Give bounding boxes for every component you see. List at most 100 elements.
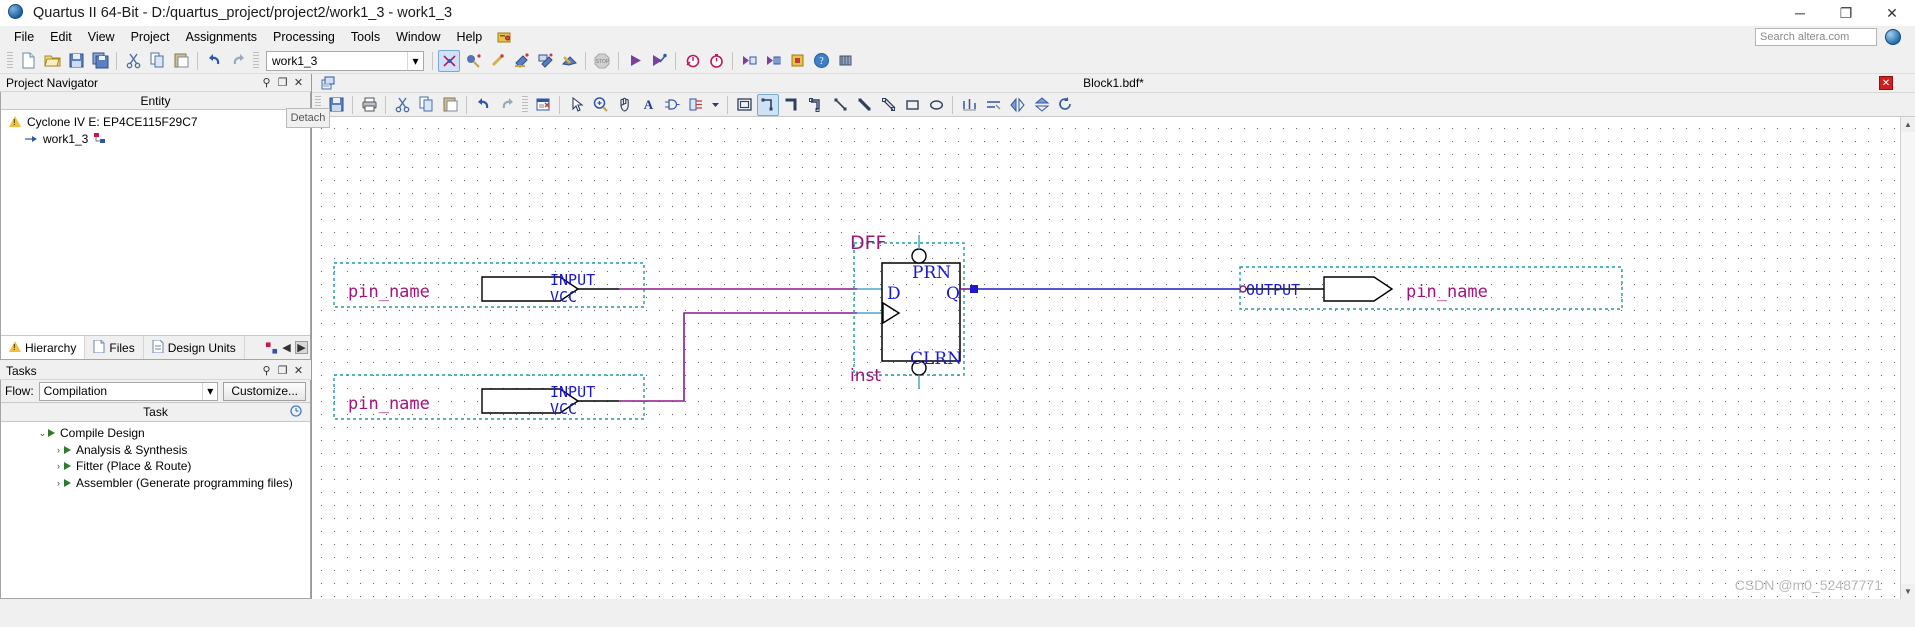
schematic-canvas[interactable]: pin_name INPUT VCC pin_name INPUT VCC DF… bbox=[312, 117, 1900, 599]
hand-pan-icon[interactable] bbox=[613, 94, 635, 116]
menu-window[interactable]: Window bbox=[388, 28, 448, 46]
technology-viewer-icon[interactable] bbox=[762, 50, 784, 72]
tab-design-units[interactable]: Design Units bbox=[144, 336, 245, 359]
restore-icon[interactable]: ❐ bbox=[276, 76, 289, 89]
task-row[interactable]: › Assembler (Generate programming files) bbox=[1, 475, 310, 492]
menu-view[interactable]: View bbox=[80, 28, 123, 46]
rubber-band-icon[interactable] bbox=[958, 94, 980, 116]
scroll-down-button[interactable]: ▼ bbox=[1900, 584, 1915, 599]
task-play-icon[interactable] bbox=[64, 462, 71, 471]
find-replace-icon[interactable] bbox=[532, 94, 554, 116]
open-file-icon[interactable] bbox=[41, 50, 63, 72]
menu-tools[interactable]: Tools bbox=[343, 28, 388, 46]
start-compilation-icon[interactable] bbox=[438, 49, 460, 72]
menu-assignments[interactable]: Assignments bbox=[177, 28, 265, 46]
customize-button[interactable]: Customize... bbox=[223, 381, 306, 401]
chevron-down-icon[interactable]: ▾ bbox=[407, 51, 423, 70]
flip-vertical-icon[interactable] bbox=[1030, 94, 1052, 116]
partial-line-select-icon[interactable] bbox=[982, 94, 1004, 116]
minimize-button[interactable]: ─ bbox=[1777, 0, 1823, 26]
timing-analyzer-tool-icon[interactable] bbox=[681, 50, 703, 72]
scroll-right-icon[interactable]: ▶ bbox=[295, 341, 308, 354]
undo-icon[interactable] bbox=[203, 50, 225, 72]
vertical-scrollbar[interactable]: ▲ ▼ bbox=[1900, 117, 1915, 599]
search-input[interactable]: Search altera.com bbox=[1755, 28, 1877, 46]
close-document-icon[interactable]: ✕ bbox=[1879, 76, 1893, 90]
altera-globe-icon[interactable] bbox=[1885, 29, 1901, 45]
task-row[interactable]: › Analysis & Synthesis bbox=[1, 442, 310, 459]
oval-tool-icon[interactable] bbox=[925, 94, 947, 116]
task-play-icon[interactable] bbox=[64, 445, 71, 454]
orthogonal-node-tool-icon[interactable] bbox=[757, 93, 779, 116]
task-play-icon[interactable] bbox=[48, 429, 55, 438]
orthogonal-conduit-tool-icon[interactable] bbox=[805, 94, 827, 116]
task-expander-icon[interactable]: ⌄ bbox=[37, 428, 48, 439]
fitter-icon[interactable] bbox=[510, 50, 532, 72]
paste-icon[interactable] bbox=[439, 94, 461, 116]
print-icon[interactable] bbox=[358, 94, 380, 116]
diagonal-node-tool-icon[interactable] bbox=[829, 94, 851, 116]
tasks-pin-icon[interactable]: ⚲ bbox=[260, 364, 273, 377]
task-play-icon[interactable] bbox=[64, 478, 71, 487]
zoom-icon[interactable] bbox=[589, 94, 611, 116]
menu-project[interactable]: Project bbox=[123, 28, 178, 46]
toolbar-grip-2[interactable] bbox=[253, 51, 259, 70]
pin-planner-icon[interactable] bbox=[786, 50, 808, 72]
save-all-icon[interactable] bbox=[89, 50, 111, 72]
scroll-up-button[interactable]: ▲ bbox=[1900, 117, 1915, 132]
paste-icon[interactable] bbox=[170, 50, 192, 72]
pin-icon[interactable]: ⚲ bbox=[260, 76, 273, 89]
diagonal-conduit-tool-icon[interactable] bbox=[877, 94, 899, 116]
flow-combo[interactable]: Compilation ▾ bbox=[38, 381, 219, 401]
schematic-toolbar-grip-2[interactable] bbox=[522, 95, 528, 114]
symbol-tool-icon[interactable] bbox=[661, 94, 683, 116]
task-row[interactable]: › Fitter (Place & Route) bbox=[1, 458, 310, 475]
ip-catalog-icon[interactable] bbox=[265, 341, 278, 354]
redo-icon[interactable] bbox=[227, 50, 249, 72]
project-combo[interactable]: work1_3 ▾ bbox=[266, 50, 424, 71]
text-tool-icon[interactable]: A bbox=[637, 94, 659, 116]
save-file-icon[interactable] bbox=[65, 50, 87, 72]
copy-icon[interactable] bbox=[146, 50, 168, 72]
task-row[interactable]: ⌄ Compile Design bbox=[1, 425, 310, 442]
scroll-left-icon[interactable]: ◀ bbox=[280, 341, 293, 354]
help-icon[interactable]: ? bbox=[810, 50, 832, 72]
pin-tool-icon[interactable] bbox=[685, 94, 707, 116]
tree-row-entity[interactable]: work1_3 bbox=[1, 130, 310, 147]
undo-icon[interactable] bbox=[472, 94, 494, 116]
task-expander-icon[interactable]: › bbox=[53, 478, 64, 488]
timing-analyzer-icon[interactable] bbox=[558, 50, 580, 72]
maximize-button[interactable]: ❐ bbox=[1823, 0, 1869, 26]
license-icon[interactable] bbox=[496, 29, 512, 45]
tab-files[interactable]: Files bbox=[85, 336, 144, 359]
rotate-icon[interactable] bbox=[1054, 94, 1076, 116]
copy-icon[interactable] bbox=[415, 94, 437, 116]
diagonal-bus-tool-icon[interactable] bbox=[853, 94, 875, 116]
rectangle-tool-icon[interactable] bbox=[901, 94, 923, 116]
scroll-track[interactable] bbox=[1900, 132, 1915, 584]
timequest-icon[interactable] bbox=[705, 50, 727, 72]
tasks-restore-icon[interactable]: ❐ bbox=[276, 364, 289, 377]
menu-help[interactable]: Help bbox=[449, 28, 491, 46]
flow-chevron-down-icon[interactable]: ▾ bbox=[202, 382, 217, 400]
analysis-synthesis-icon[interactable] bbox=[486, 50, 508, 72]
chip-planner-icon[interactable] bbox=[834, 50, 856, 72]
analysis-elaboration-icon[interactable] bbox=[462, 50, 484, 72]
select-arrow-icon[interactable] bbox=[565, 94, 587, 116]
block-tool-icon[interactable] bbox=[733, 94, 755, 116]
task-expander-icon[interactable]: › bbox=[53, 461, 64, 471]
close-icon[interactable]: ✕ bbox=[292, 76, 305, 89]
new-file-icon[interactable] bbox=[17, 50, 39, 72]
document-title[interactable]: Block1.bdf* bbox=[312, 76, 1915, 90]
cut-icon[interactable] bbox=[391, 94, 413, 116]
start-icon[interactable] bbox=[624, 50, 646, 72]
tasks-close-icon[interactable]: ✕ bbox=[292, 364, 305, 377]
cut-icon[interactable] bbox=[122, 50, 144, 72]
programmer-icon[interactable] bbox=[648, 50, 670, 72]
entity-tree[interactable]: Cyclone IV E: EP4CE115F29C7 work1_3 bbox=[1, 110, 310, 335]
assembler-icon[interactable] bbox=[534, 50, 556, 72]
menu-edit[interactable]: Edit bbox=[42, 28, 80, 46]
tab-hierarchy[interactable]: Hierarchy bbox=[1, 336, 86, 359]
task-expander-icon[interactable]: › bbox=[53, 445, 64, 455]
toolbar-grip[interactable] bbox=[7, 51, 13, 70]
